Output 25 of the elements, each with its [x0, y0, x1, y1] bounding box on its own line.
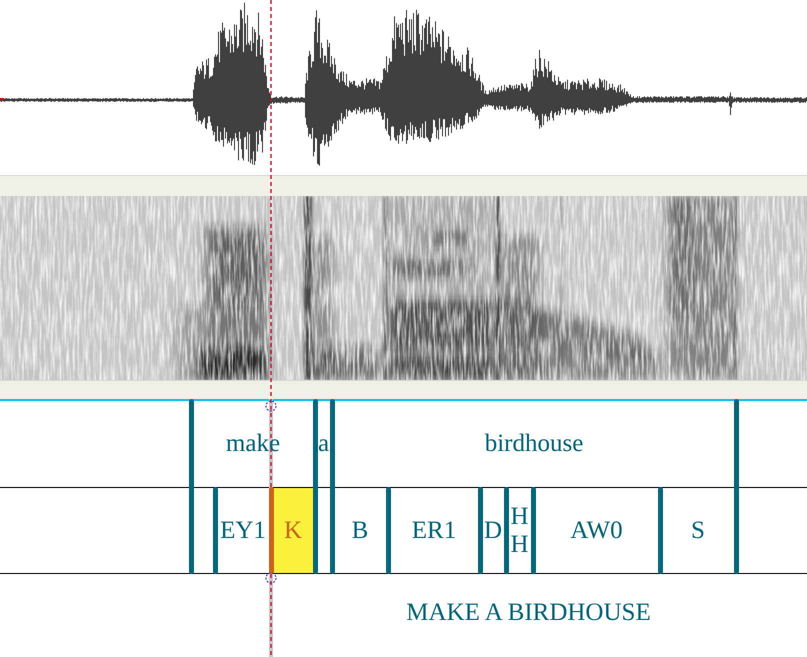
boundary-line[interactable] [268, 487, 274, 574]
word-label[interactable]: birdhouse [484, 430, 584, 458]
boundary-line[interactable] [658, 487, 662, 574]
word-label[interactable]: make [226, 430, 280, 458]
level-marker-icon [0, 98, 4, 100]
boundary-line[interactable] [530, 487, 536, 574]
phone-label[interactable]: ER1 [412, 516, 456, 544]
phone-label[interactable]: S [691, 516, 705, 544]
boundary-line[interactable] [312, 399, 318, 574]
boundary-line[interactable] [478, 487, 482, 574]
word-label[interactable]: a [318, 430, 330, 458]
boundary-line[interactable] [188, 399, 194, 574]
circle-marker-icon [265, 400, 277, 412]
phone-label[interactable]: D [484, 516, 502, 544]
phone-label[interactable]: AW0 [570, 516, 623, 544]
phone-label[interactable]: HH [506, 503, 533, 558]
boundary-line[interactable] [504, 487, 508, 574]
phone-label[interactable]: B [352, 516, 368, 544]
boundary-line[interactable] [330, 399, 334, 574]
phone-label[interactable]: EY1 [220, 516, 266, 544]
circle-marker-icon [265, 572, 277, 584]
boundary-line[interactable] [734, 399, 738, 574]
transcript-text: MAKE A BIRDHOUSE [406, 599, 651, 626]
boundary-line[interactable] [212, 487, 218, 574]
boundary-line[interactable] [386, 487, 390, 574]
